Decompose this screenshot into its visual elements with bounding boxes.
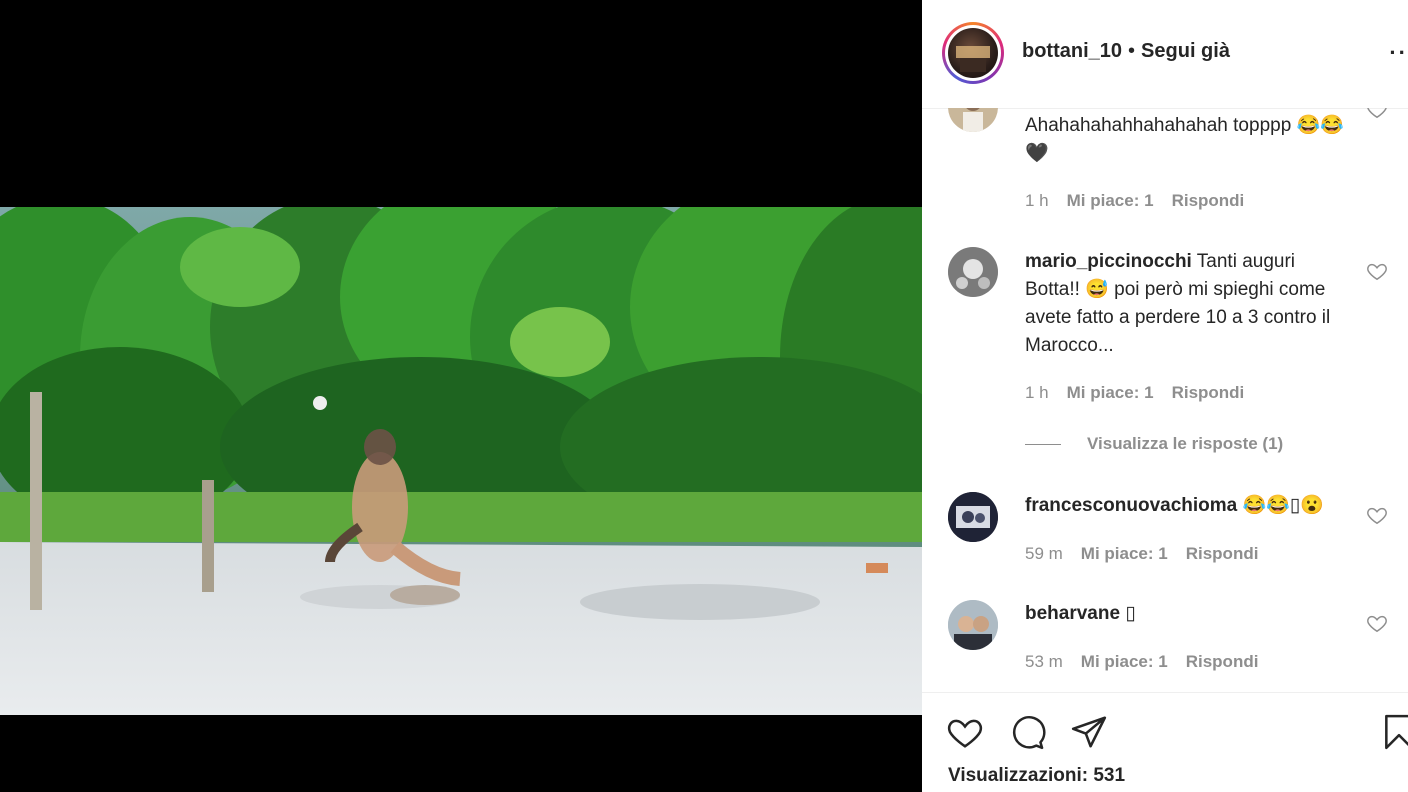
comment-text: Ahahahahahhahahahah topppp 😂😂🖤 [1025, 115, 1344, 164]
avatar-image [963, 108, 983, 132]
heart-icon[interactable] [946, 713, 984, 751]
author-username[interactable]: bottani_10 [1022, 40, 1122, 62]
comment-meta: 59 m Mi piace: 1 Rispondi [1025, 544, 1276, 564]
video-scene [0, 207, 922, 715]
post-sidebar: bottani_10 • Segui già ·· Ahahahahahhahaha… [922, 0, 1408, 792]
comment-username[interactable]: beharvane [1025, 603, 1120, 624]
comment-text: 😂😂▯😮 [1242, 495, 1324, 516]
comment-like-icon[interactable] [1366, 108, 1388, 120]
comment-likes[interactable]: Mi piace: 1 [1067, 191, 1154, 210]
paper-plane-icon[interactable] [1070, 713, 1108, 751]
author-line: bottani_10 • Segui già [1022, 40, 1230, 63]
post-header: bottani_10 • Segui già ·· [922, 0, 1408, 109]
comment-likes[interactable]: Mi piace: 1 [1081, 652, 1168, 671]
commenter-avatar[interactable] [948, 108, 998, 132]
bookmark-icon[interactable] [1380, 713, 1408, 751]
replies-divider [1025, 444, 1061, 446]
comment-likes[interactable]: Mi piace: 1 [1081, 544, 1168, 563]
follow-status[interactable]: Segui già [1141, 40, 1230, 62]
comment-body: mario_piccinocchi Tanti auguri Botta!! 😅… [1025, 248, 1355, 360]
post-actions: Visualizzazioni: 531 [922, 692, 1408, 792]
comment-username[interactable]: francesconuovachioma [1025, 495, 1237, 516]
author-avatar[interactable] [942, 22, 1004, 84]
avatar-image [948, 492, 998, 542]
comment-time[interactable]: 1 h [1025, 191, 1049, 210]
comment-time[interactable]: 1 h [1025, 383, 1049, 402]
comment-meta: 53 m Mi piace: 1 Rispondi [1025, 652, 1276, 672]
more-options-icon[interactable]: ·· [1389, 40, 1408, 66]
reply-button[interactable]: Rispondi [1172, 191, 1245, 210]
reply-button[interactable]: Rispondi [1172, 383, 1245, 402]
avatar-image [948, 600, 998, 650]
reply-button[interactable]: Rispondi [1186, 544, 1259, 563]
comment-body: francesconuovachioma 😂😂▯😮 [1025, 492, 1355, 520]
comment-meta: 1 h Mi piace: 1 Rispondi [1025, 191, 1262, 211]
commenter-avatar[interactable] [948, 492, 998, 542]
commenter-avatar[interactable] [948, 247, 998, 297]
comment-text: ▯ [1125, 603, 1136, 624]
avatar-image [956, 46, 990, 72]
avatar-image [948, 247, 998, 297]
view-replies-button[interactable]: Visualizza le risposte (1) [1025, 434, 1283, 454]
comment-like-icon[interactable] [1366, 260, 1388, 282]
comments-list[interactable]: Ahahahahahhahahahah topppp 😂😂🖤 1 h Mi pia… [922, 108, 1408, 692]
comment-likes[interactable]: Mi piace: 1 [1067, 383, 1154, 402]
comment-meta: 1 h Mi piace: 1 Rispondi [1025, 383, 1262, 403]
comment-icon[interactable] [1008, 713, 1046, 751]
comment-time[interactable]: 59 m [1025, 544, 1063, 563]
commenter-avatar[interactable] [948, 600, 998, 650]
reply-button[interactable]: Rispondi [1186, 652, 1259, 671]
video-frame[interactable] [0, 207, 922, 715]
comment-body: beharvane ▯ [1025, 600, 1355, 628]
separator-dot: • [1128, 40, 1136, 62]
views-count: Visualizzazioni: 531 [948, 765, 1126, 786]
view-replies-label: Visualizza le risposte (1) [1087, 434, 1284, 453]
comment-like-icon[interactable] [1366, 612, 1388, 634]
post-media[interactable] [0, 0, 922, 792]
comment-username[interactable]: mario_piccinocchi [1025, 251, 1192, 272]
comment-like-icon[interactable] [1366, 504, 1388, 526]
comment-time[interactable]: 53 m [1025, 652, 1063, 671]
